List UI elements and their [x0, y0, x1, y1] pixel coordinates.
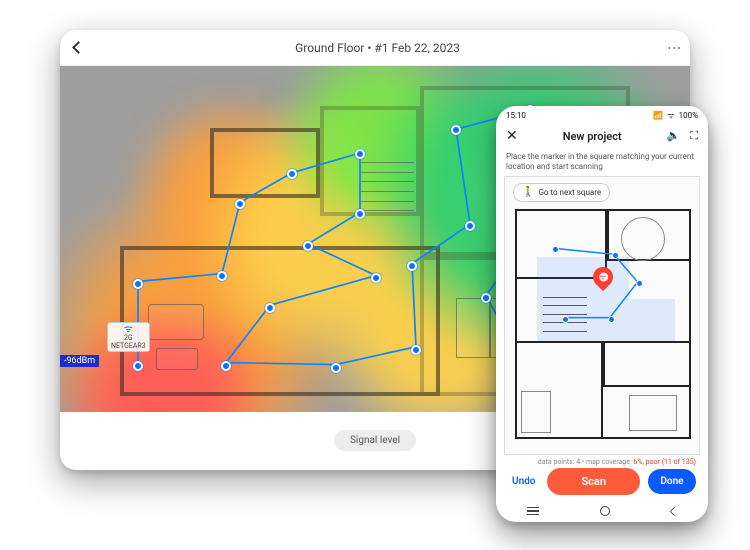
recents-icon[interactable]: [527, 507, 539, 516]
signal-level-chip[interactable]: Signal level: [334, 430, 416, 451]
home-icon[interactable]: [600, 506, 610, 516]
volume-icon[interactable]: 🔈: [667, 129, 681, 143]
back-icon[interactable]: [669, 506, 679, 516]
phone-coverage-stats: data points: 4 • map coverage: 6%, poor …: [496, 455, 708, 466]
back-icon[interactable]: [72, 41, 85, 54]
phone-title: New project: [563, 130, 622, 143]
wifi-icon: ᯤ: [599, 272, 606, 283]
page-title: Ground Floor • #1 Feb 22, 2023: [295, 41, 460, 55]
router-ssid: NETGEAR3: [111, 342, 146, 350]
more-icon[interactable]: ⋮: [672, 41, 676, 55]
phone-frame: 15:10 📶 ᯤ 100% ✕ New project 🔈 ⛶ Place t…: [496, 106, 708, 522]
phone-header: ✕ New project 🔈 ⛶: [496, 122, 708, 150]
done-button[interactable]: Done: [648, 469, 696, 494]
phone-action-bar: Undo Scan Done: [496, 466, 708, 500]
expand-icon[interactable]: ⛶: [690, 129, 698, 143]
status-time: 15:10: [506, 111, 526, 120]
undo-button[interactable]: Undo: [508, 470, 539, 493]
battery-label: 100%: [679, 111, 698, 120]
instruction-text: Place the marker in the square matching …: [496, 150, 708, 176]
status-bar: 15:10 📶 ᯤ 100%: [496, 106, 708, 122]
phone-map-canvas[interactable]: 🚶 Go to next square: [504, 176, 700, 455]
close-icon[interactable]: ✕: [506, 128, 518, 144]
status-icons: 📶 ᯤ 100%: [651, 110, 698, 121]
router-badge[interactable]: ᯤ 2G NETGEAR3: [107, 322, 150, 352]
coverage-value: 6%, poor (11 of 135): [633, 458, 696, 466]
phone-scan-path: [511, 191, 693, 448]
tablet-header: Ground Floor • #1 Feb 22, 2023 ⋮: [60, 30, 690, 66]
android-nav-bar: [496, 500, 708, 522]
scan-button[interactable]: Scan: [547, 468, 640, 495]
dbm-min-label: -96dBm: [60, 355, 99, 367]
phone-floor-plan: ᯤ: [511, 191, 693, 448]
wifi-icon: ᯤ: [667, 111, 674, 120]
signal-icon: 📶: [653, 111, 663, 120]
